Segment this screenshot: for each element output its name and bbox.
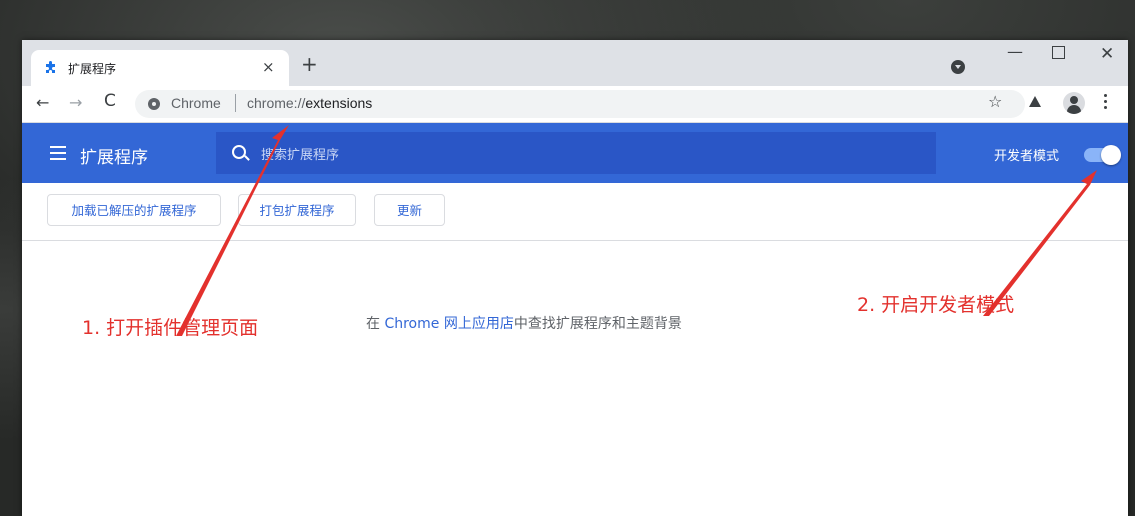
hamburger-icon[interactable] [50,146,66,164]
minimize-button[interactable]: — [1007,42,1023,61]
search-placeholder: 搜索扩展程序 [261,148,340,163]
tab-title: 扩展程序 [68,62,117,76]
developer-mode-label: 开发者模式 [994,149,1060,164]
tab-search-icon[interactable] [951,60,965,74]
search-icon [232,145,246,159]
load-unpacked-button[interactable]: 加载已解压的扩展程序 [47,194,221,226]
annotation-step-1: 1. 打开插件管理页面 [82,317,259,339]
page-title: 扩展程序 [80,148,148,168]
url-text[interactable]: chrome://extensions [247,95,372,111]
tab-extensions[interactable]: 扩展程序 × [31,50,289,86]
update-button[interactable]: 更新 [374,194,445,226]
omnibox-divider [235,94,236,112]
forward-button[interactable]: → [69,93,82,112]
puzzle-icon [46,61,55,73]
browser-window: 扩展程序 × + — ✕ ← → C Chrome chrome://exten… [22,40,1128,516]
toggle-knob [1101,145,1121,165]
maximize-button[interactable] [1052,46,1065,59]
new-tab-button[interactable]: + [301,54,318,74]
empty-state-message: 在 Chrome 网上应用店中查找扩展程序和主题背景 [366,313,682,333]
star-icon[interactable]: ☆ [988,92,1002,111]
annotation-step-2: 2. 开启开发者模式 [857,294,1015,316]
tab-strip: 扩展程序 × + — ✕ [22,40,1128,86]
empty-state-prefix: 在 [366,316,385,332]
browser-toolbar: ← → C Chrome chrome://extensions ☆ [22,86,1128,123]
search-input[interactable]: 搜索扩展程序 [216,132,936,174]
labs-icon[interactable] [1029,96,1041,107]
profile-icon[interactable] [1063,92,1085,114]
window-close-button[interactable]: ✕ [1100,44,1114,64]
developer-mode-toggle[interactable] [1084,145,1121,165]
web-store-link[interactable]: Chrome 网上应用店 [384,316,513,332]
url-protocol: chrome:// [247,95,306,111]
empty-state-suffix: 中查找扩展程序和主题背景 [513,316,682,332]
site-chip: Chrome [171,95,221,111]
action-bar: 加载已解压的扩展程序 打包扩展程序 更新 [22,183,1128,241]
url-path: extensions [305,95,373,111]
extensions-header: 扩展程序 搜索扩展程序 开发者模式 [22,123,1128,183]
pack-extension-button[interactable]: 打包扩展程序 [238,194,356,226]
back-button[interactable]: ← [36,93,49,112]
more-icon[interactable] [1104,94,1108,112]
reload-button[interactable]: C [104,91,116,111]
address-bar[interactable]: Chrome chrome://extensions [135,90,1025,118]
chrome-icon[interactable] [148,98,160,110]
tab-close-icon[interactable]: × [262,58,275,76]
